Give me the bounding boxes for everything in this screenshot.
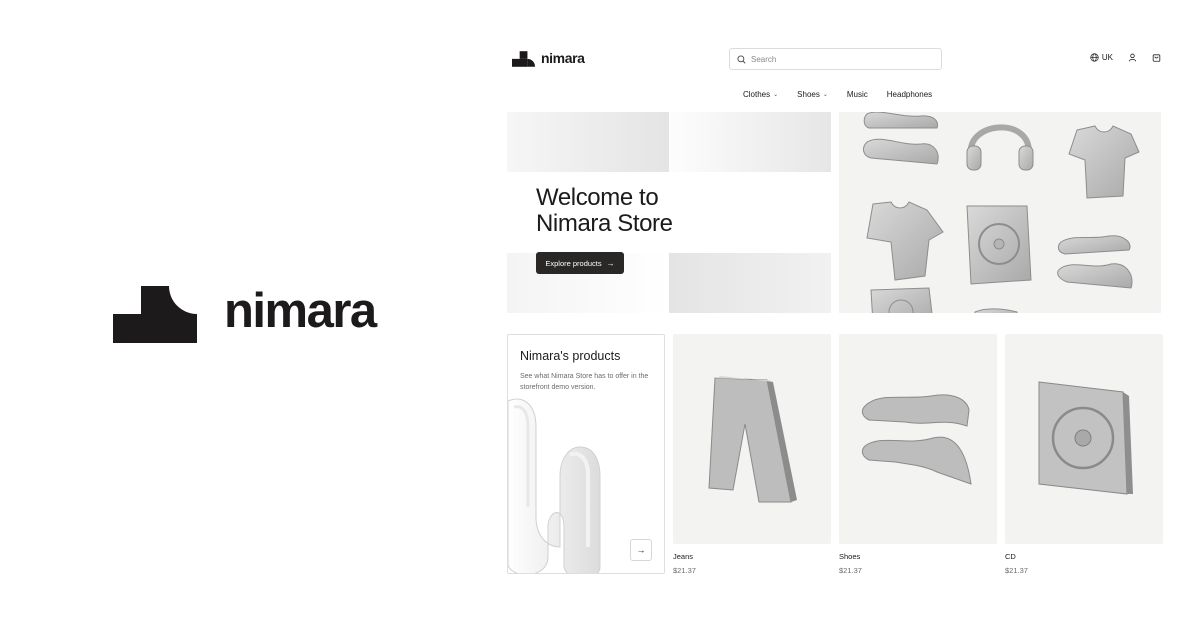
nav-item-headphones[interactable]: Headphones [887,90,932,99]
cart-button[interactable] [1151,52,1161,62]
locale-switcher[interactable]: UK [1090,53,1113,62]
jeans-image [708,376,797,503]
nimara-logo-icon [113,286,197,343]
product-name: Jeans [673,552,694,561]
product-card[interactable]: Jeans $21.37 [673,334,831,575]
header-logo-text: nimara [541,49,585,66]
nav-item-label: Clothes [743,90,771,99]
explore-products-label: Explore products [545,258,602,268]
nimara-logo-icon [512,51,535,67]
product-price: $21.37 [673,566,696,575]
user-icon [1128,53,1136,61]
nav-item-shoes[interactable]: Shoes ⌄ [797,90,828,99]
search-input[interactable] [751,54,931,64]
nav-item-clothes[interactable]: Clothes ⌄ [743,90,778,99]
cd-image [1038,381,1133,495]
product-card[interactable]: CD $21.37 [1005,334,1163,575]
product-name: Shoes [839,552,861,561]
hero-tile [669,253,831,313]
nav-item-label: Music [846,90,868,99]
product-image [1005,334,1163,544]
hero-image [839,112,1161,313]
product-price: $21.37 [839,566,862,575]
hero-tile [669,112,831,172]
header-actions: UK [1090,52,1161,62]
brand-wordmark: nimara [224,284,377,338]
product-image [673,334,831,544]
search-bar[interactable] [729,48,942,70]
explore-products-button[interactable]: Explore products → [536,252,624,274]
header-logo[interactable]: nimara [512,49,585,67]
product-image [839,334,997,544]
hero-title-line: Welcome to [536,184,659,211]
locale-label: UK [1101,52,1113,62]
search-icon [737,54,746,64]
nav-item-label: Shoes [797,90,820,99]
arrow-right-icon: → [606,258,615,268]
shopping-bag-icon [1152,53,1160,62]
promo-title: Nimara's products [520,349,621,363]
store-preview: nimara UK [507,40,1165,585]
hero-tile [507,112,669,172]
product-card[interactable]: Shoes $21.37 [839,334,997,575]
product-price: $21.37 [1005,566,1028,575]
chevron-down-icon: ⌄ [822,92,828,98]
hero-title: Welcome to Nimara Store [536,185,673,237]
product-collage-image [863,112,1140,313]
account-button[interactable] [1127,52,1137,62]
globe-icon [1090,52,1099,62]
chevron-down-icon: ⌄ [773,92,779,98]
main-nav: Clothes ⌄ Shoes ⌄ Music Headphones [743,90,951,99]
shoes-image [861,394,972,485]
hero-title-line: Nimara Store [536,210,673,237]
nav-item-music[interactable]: Music [847,90,868,99]
promo-description: See what Nimara Store has to offer in th… [520,373,649,391]
header: nimara UK [507,40,1165,78]
product-name: CD [1005,552,1016,561]
promo-card[interactable]: Nimara's products See what Nimara Store … [507,334,665,574]
nav-item-label: Headphones [886,90,933,99]
promo-arrow-button[interactable]: → [630,539,652,561]
hero-banner: Welcome to Nimara Store Explore products… [507,112,831,313]
arrow-right-icon: → [636,545,646,555]
brand-lockup: nimara [113,284,377,343]
